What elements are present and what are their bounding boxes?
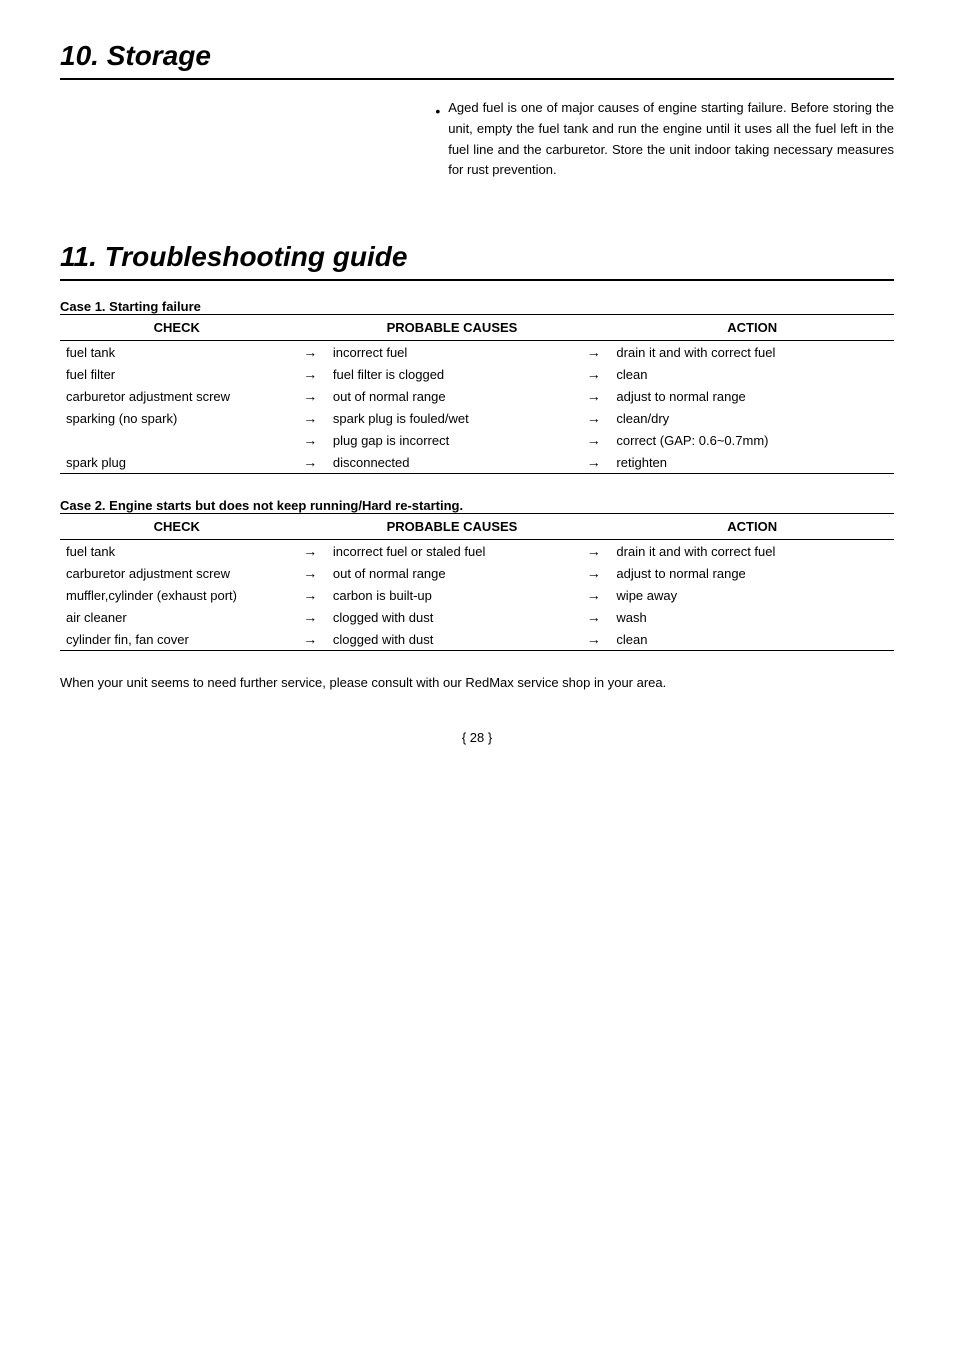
arrow-cell: →	[294, 628, 327, 651]
causes-cell: incorrect fuel	[327, 341, 577, 364]
arrow-cell2: →	[577, 385, 610, 407]
action-cell: retighten	[610, 451, 894, 474]
arrow-cell: →	[294, 385, 327, 407]
table-row: cylinder fin, fan cover → clogged with d…	[60, 628, 894, 651]
action-cell: adjust to normal range	[610, 385, 894, 407]
case2-table: CHECK PROBABLE CAUSES ACTION fuel tank →…	[60, 513, 894, 651]
action-cell: drain it and with correct fuel	[610, 341, 894, 364]
storage-content: • Aged fuel is one of major causes of en…	[60, 98, 894, 181]
causes-cell: clogged with dust	[327, 606, 577, 628]
case1-label: Case 1. Starting failure	[60, 299, 894, 314]
case1-table: CHECK PROBABLE CAUSES ACTION fuel tank →…	[60, 314, 894, 474]
action-cell: clean	[610, 628, 894, 651]
check-cell	[60, 429, 294, 451]
check-cell: fuel tank	[60, 341, 294, 364]
causes-cell: fuel filter is clogged	[327, 363, 577, 385]
arrow-cell2: →	[577, 628, 610, 651]
table-row: carburetor adjustment screw → out of nor…	[60, 385, 894, 407]
check-cell: carburetor adjustment screw	[60, 385, 294, 407]
table-row: carburetor adjustment screw → out of nor…	[60, 562, 894, 584]
arrow-cell: →	[294, 451, 327, 474]
check-cell: carburetor adjustment screw	[60, 562, 294, 584]
storage-title: 10. Storage	[60, 40, 894, 72]
check-cell: fuel tank	[60, 540, 294, 563]
table-row: fuel tank → incorrect fuel → drain it an…	[60, 341, 894, 364]
case2-th-arrow1	[294, 514, 327, 540]
check-cell: cylinder fin, fan cover	[60, 628, 294, 651]
table-row: → plug gap is incorrect → correct (GAP: …	[60, 429, 894, 451]
action-cell: clean/dry	[610, 407, 894, 429]
storage-text: • Aged fuel is one of major causes of en…	[435, 98, 894, 181]
causes-cell: out of normal range	[327, 562, 577, 584]
arrow-cell: →	[294, 606, 327, 628]
arrow-cell: →	[294, 429, 327, 451]
case2-th-check: CHECK	[60, 514, 294, 540]
storage-section: 10. Storage • Aged fuel is one of major …	[60, 40, 894, 181]
action-cell: drain it and with correct fuel	[610, 540, 894, 563]
arrow-cell: →	[294, 584, 327, 606]
table-row: fuel tank → incorrect fuel or staled fue…	[60, 540, 894, 563]
arrow-cell: →	[294, 562, 327, 584]
causes-cell: incorrect fuel or staled fuel	[327, 540, 577, 563]
troubleshooting-title: 11. Troubleshooting guide	[60, 241, 894, 273]
causes-cell: out of normal range	[327, 385, 577, 407]
arrow-cell2: →	[577, 341, 610, 364]
case2-label: Case 2. Engine starts but does not keep …	[60, 498, 894, 513]
arrow-cell2: →	[577, 451, 610, 474]
causes-cell: disconnected	[327, 451, 577, 474]
causes-cell: carbon is built-up	[327, 584, 577, 606]
storage-divider	[60, 78, 894, 80]
table-row: air cleaner → clogged with dust → wash	[60, 606, 894, 628]
causes-cell: plug gap is incorrect	[327, 429, 577, 451]
case1-th-arrow1	[294, 315, 327, 341]
arrow-cell2: →	[577, 540, 610, 563]
action-cell: correct (GAP: 0.6~0.7mm)	[610, 429, 894, 451]
check-cell: spark plug	[60, 451, 294, 474]
arrow-cell2: →	[577, 606, 610, 628]
footer-note: When your unit seems to need further ser…	[60, 675, 894, 690]
arrow-cell2: →	[577, 407, 610, 429]
check-cell: sparking (no spark)	[60, 407, 294, 429]
arrow-cell2: →	[577, 562, 610, 584]
table-row: muffler,cylinder (exhaust port) → carbon…	[60, 584, 894, 606]
table-row: fuel filter → fuel filter is clogged → c…	[60, 363, 894, 385]
check-cell: muffler,cylinder (exhaust port)	[60, 584, 294, 606]
arrow-cell: →	[294, 540, 327, 563]
case2-th-action: ACTION	[610, 514, 894, 540]
troubleshooting-divider	[60, 279, 894, 281]
action-cell: wipe away	[610, 584, 894, 606]
causes-cell: spark plug is fouled/wet	[327, 407, 577, 429]
arrow-cell2: →	[577, 584, 610, 606]
arrow-cell: →	[294, 363, 327, 385]
case1-th-check: CHECK	[60, 315, 294, 341]
arrow-cell: →	[294, 341, 327, 364]
arrow-cell2: →	[577, 429, 610, 451]
case1-th-action: ACTION	[610, 315, 894, 341]
table-row: sparking (no spark) → spark plug is foul…	[60, 407, 894, 429]
action-cell: clean	[610, 363, 894, 385]
storage-bullet: • Aged fuel is one of major causes of en…	[435, 98, 894, 181]
bullet-dot: •	[435, 100, 440, 122]
troubleshooting-section: 11. Troubleshooting guide Case 1. Starti…	[60, 241, 894, 690]
check-cell: air cleaner	[60, 606, 294, 628]
arrow-cell: →	[294, 407, 327, 429]
case2-th-arrow2	[577, 514, 610, 540]
case2-header-row: CHECK PROBABLE CAUSES ACTION	[60, 514, 894, 540]
check-cell: fuel filter	[60, 363, 294, 385]
case1-th-arrow2	[577, 315, 610, 341]
page-number: { 28 }	[60, 730, 894, 745]
arrow-cell2: →	[577, 363, 610, 385]
action-cell: adjust to normal range	[610, 562, 894, 584]
causes-cell: clogged with dust	[327, 628, 577, 651]
case1-header-row: CHECK PROBABLE CAUSES ACTION	[60, 315, 894, 341]
table-row: spark plug → disconnected → retighten	[60, 451, 894, 474]
case1-th-causes: PROBABLE CAUSES	[327, 315, 577, 341]
storage-paragraph: Aged fuel is one of major causes of engi…	[448, 98, 894, 181]
action-cell: wash	[610, 606, 894, 628]
case2-th-causes: PROBABLE CAUSES	[327, 514, 577, 540]
